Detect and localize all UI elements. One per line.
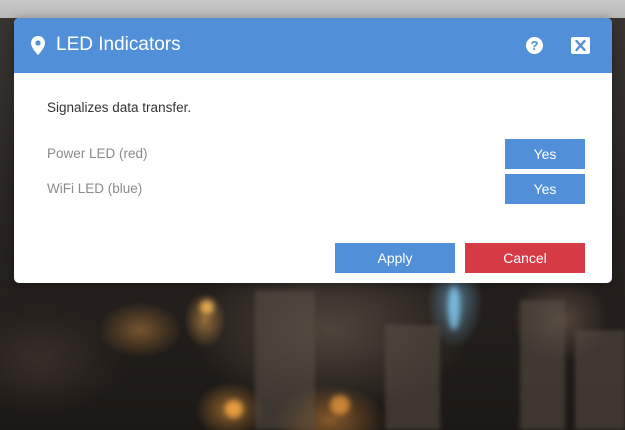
power-led-toggle-button[interactable]: Yes [505, 139, 585, 169]
background-top-strip [0, 0, 625, 18]
location-pin-icon [31, 36, 45, 55]
led-indicators-dialog: LED Indicators ? Signalizes data transfe… [14, 18, 612, 283]
background-light [330, 395, 350, 415]
cancel-button[interactable]: Cancel [465, 243, 585, 273]
background-building [520, 300, 565, 430]
dialog-header: LED Indicators ? [14, 18, 612, 73]
dialog-title: LED Indicators [56, 34, 181, 55]
background-light [448, 285, 460, 330]
dialog-body: Signalizes data transfer. Power LED (red… [14, 73, 612, 283]
background-building [255, 290, 315, 430]
background-light [225, 400, 243, 418]
background-building [385, 325, 440, 430]
page: LED Indicators ? Signalizes data transfe… [0, 0, 625, 430]
background-light [200, 300, 214, 314]
close-icon[interactable] [571, 37, 590, 54]
wifi-led-label: WiFi LED (blue) [47, 181, 143, 196]
apply-button[interactable]: Apply [335, 243, 455, 273]
wifi-led-toggle-button[interactable]: Yes [505, 174, 585, 204]
help-icon[interactable]: ? [526, 37, 543, 54]
power-led-label: Power LED (red) [47, 146, 148, 161]
dialog-description: Signalizes data transfer. [47, 100, 192, 115]
background-building [575, 330, 625, 430]
